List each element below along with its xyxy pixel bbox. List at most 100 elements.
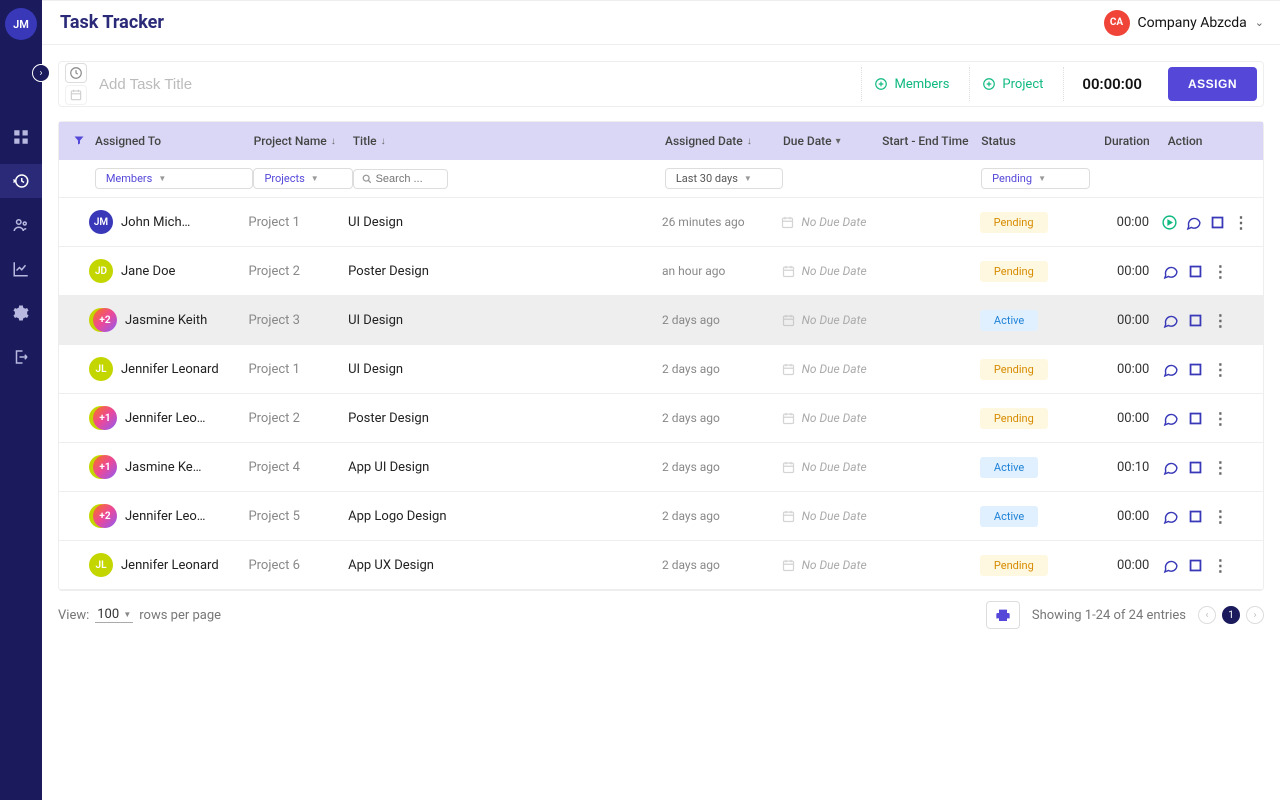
table-row[interactable]: +2Jasmine KeithProject 3UI Design2 days … (59, 296, 1263, 345)
more-button[interactable]: ⋮ (1211, 458, 1229, 476)
duration: 00:00 (1090, 558, 1150, 573)
table-row[interactable]: JDJane DoeProject 2Poster Designan hour … (59, 247, 1263, 296)
nav-dashboard[interactable] (0, 120, 42, 154)
title-search[interactable] (353, 169, 448, 189)
chat-icon (1162, 410, 1179, 427)
rows-per-page-select[interactable]: 100▼ (95, 607, 133, 623)
assignee-name: Jennifer Leonard (121, 362, 219, 377)
chat-button[interactable] (1161, 262, 1179, 280)
status-badge: Active (980, 457, 1038, 478)
chat-icon (1162, 263, 1179, 280)
more-button[interactable]: ⋮ (1211, 409, 1229, 427)
filter-icon[interactable] (73, 134, 85, 149)
duration: 00:00 (1090, 313, 1150, 328)
col-assigned-to[interactable]: Assigned To (95, 134, 254, 148)
play-button[interactable] (1161, 213, 1178, 231)
task-title-input[interactable] (99, 76, 853, 93)
col-title[interactable]: Title↓ (353, 134, 665, 148)
sort-arrow-icon: ↓ (747, 136, 752, 147)
assigned-date: 2 days ago (662, 362, 781, 376)
add-project-button[interactable]: Project (969, 67, 1055, 101)
col-assigned-date[interactable]: Assigned Date↓ (665, 134, 783, 148)
date-range-filter[interactable]: Last 30 days▼ (665, 168, 783, 189)
assignee-name: Jasmine Ke… (125, 460, 201, 475)
chat-button[interactable] (1161, 409, 1179, 427)
more-button[interactable]: ⋮ (1211, 262, 1229, 280)
col-status[interactable]: Status (981, 134, 1090, 148)
nav-people[interactable] (0, 208, 42, 242)
more-button[interactable]: ⋮ (1211, 556, 1229, 574)
nav-settings[interactable] (0, 296, 42, 330)
stop-button[interactable] (1186, 262, 1204, 280)
chat-button[interactable] (1161, 458, 1179, 476)
project-name: Project 5 (248, 509, 348, 524)
profile-avatar[interactable]: JM (5, 8, 37, 40)
col-project[interactable]: Project Name↓ (254, 134, 353, 148)
recent-icon[interactable] (65, 63, 87, 83)
col-due-date[interactable]: Due Date▾ (783, 134, 882, 148)
col-duration[interactable]: Duration (1090, 134, 1149, 148)
table-row[interactable]: +2Jennifer Leo…Project 5App Logo Design2… (59, 492, 1263, 541)
assigned-date: 26 minutes ago (662, 215, 781, 229)
stop-button[interactable] (1186, 311, 1204, 329)
projects-filter[interactable]: Projects▼ (253, 168, 352, 189)
table-row[interactable]: JMJohn Mich…Project 1UI Design26 minutes… (59, 198, 1263, 247)
nav-logout[interactable] (0, 340, 42, 374)
expand-sidebar-button[interactable]: › (32, 64, 50, 82)
title-search-input[interactable] (376, 173, 436, 185)
table-row[interactable]: +1Jennifer Leo…Project 2Poster Design2 d… (59, 394, 1263, 443)
print-icon (995, 607, 1011, 623)
print-button[interactable] (986, 601, 1020, 629)
stop-icon (1209, 214, 1226, 231)
table-row[interactable]: JLJennifer LeonardProject 1UI Design2 da… (59, 345, 1263, 394)
task-title: UI Design (348, 215, 662, 230)
prev-page-button[interactable]: ‹ (1198, 606, 1216, 624)
more-button[interactable]: ⋮ (1211, 507, 1229, 525)
calendar-icon (781, 509, 796, 524)
more-button[interactable]: ⋮ (1211, 311, 1229, 329)
chat-button[interactable] (1161, 556, 1179, 574)
chat-button[interactable] (1161, 507, 1179, 525)
stop-button[interactable] (1186, 360, 1204, 378)
project-name: Project 1 (248, 362, 348, 377)
next-page-button[interactable]: › (1246, 606, 1264, 624)
stop-button[interactable] (1186, 556, 1204, 574)
add-members-button[interactable]: Members (861, 67, 961, 101)
company-avatar[interactable]: CA (1104, 10, 1130, 36)
company-name[interactable]: Company Abzcda (1138, 15, 1247, 31)
chevron-down-icon[interactable]: ⌄ (1255, 16, 1264, 29)
table-row[interactable]: JLJennifer LeonardProject 6App UX Design… (59, 541, 1263, 590)
chat-button[interactable] (1161, 360, 1179, 378)
more-button[interactable]: ⋮ (1211, 360, 1229, 378)
page-number[interactable]: 1 (1222, 606, 1240, 624)
more-button[interactable]: ⋮ (1233, 213, 1249, 231)
members-filter[interactable]: Members▼ (95, 168, 254, 189)
clock-back-icon (12, 172, 30, 190)
chat-icon (1162, 508, 1179, 525)
assignee-name: John Mich… (121, 215, 190, 230)
chat-button[interactable] (1185, 213, 1202, 231)
chat-icon (1162, 361, 1179, 378)
chat-icon (1162, 459, 1179, 476)
status-filter[interactable]: Pending▼ (981, 168, 1090, 189)
col-action: Action (1150, 134, 1249, 148)
assign-button[interactable]: ASSIGN (1168, 67, 1257, 101)
stop-button[interactable] (1186, 409, 1204, 427)
nav-reports[interactable] (0, 252, 42, 286)
table-row[interactable]: +1Jasmine Ke…Project 4App UI Design2 day… (59, 443, 1263, 492)
stop-button[interactable] (1186, 507, 1204, 525)
stop-button[interactable] (1186, 458, 1204, 476)
stop-button[interactable] (1209, 213, 1226, 231)
chat-icon (1185, 214, 1202, 231)
col-times[interactable]: Start - End Time (882, 134, 981, 148)
gear-icon (12, 304, 30, 322)
chat-button[interactable] (1161, 311, 1179, 329)
assigned-date: 2 days ago (662, 411, 781, 425)
project-name: Project 1 (248, 215, 348, 230)
logout-icon (12, 348, 30, 366)
calendar-icon (781, 264, 796, 279)
assignee-name: Jennifer Leonard (121, 558, 219, 573)
footer: View: 100▼ rows per page Showing 1-24 of… (58, 601, 1264, 629)
schedule-icon[interactable] (65, 85, 87, 105)
nav-time[interactable] (0, 164, 42, 198)
